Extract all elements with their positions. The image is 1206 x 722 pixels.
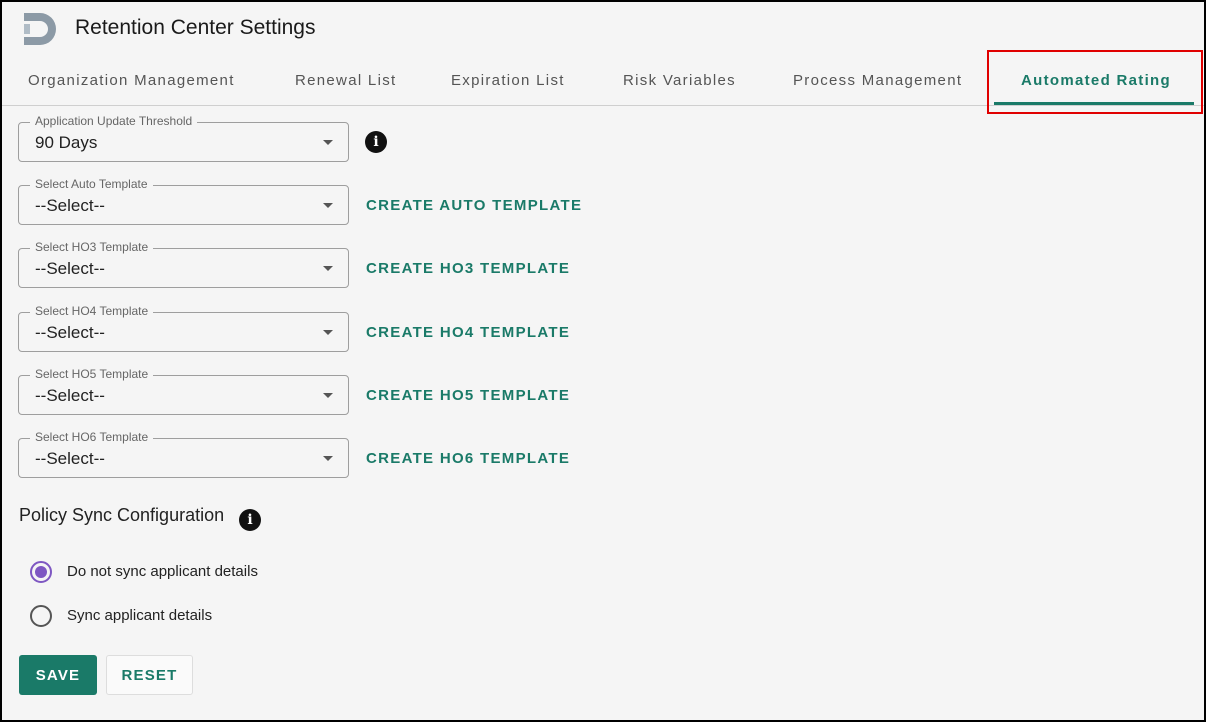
reset-button[interactable]: RESET [106, 655, 193, 695]
ho3-template-value: --Select-- [35, 259, 105, 278]
info-icon[interactable]: i [239, 509, 261, 531]
ho6-template-value: --Select-- [35, 449, 105, 468]
create-auto-template-button[interactable]: CREATE AUTO TEMPLATE [366, 197, 582, 214]
ho6-template-select[interactable]: Select HO6 Template --Select-- [18, 430, 349, 478]
active-tab-indicator [994, 102, 1194, 105]
policy-sync-title: Policy Sync Configuration [19, 505, 225, 525]
auto-template-label: Select Auto Template [30, 177, 153, 191]
tab-process-management[interactable]: Process Management [793, 72, 962, 89]
threshold-select[interactable]: Application Update Threshold 90 Days [18, 114, 349, 162]
chevron-down-icon [323, 203, 333, 208]
chevron-down-icon [323, 266, 333, 271]
tab-renewal-list[interactable]: Renewal List [295, 72, 396, 89]
auto-template-select[interactable]: Select Auto Template --Select-- [18, 177, 349, 225]
create-ho6-template-button[interactable]: CREATE HO6 TEMPLATE [366, 450, 570, 467]
chevron-down-icon [323, 140, 333, 145]
radio-label-sync[interactable]: Sync applicant details [67, 607, 212, 624]
logo-icon [24, 13, 56, 45]
ho3-template-label: Select HO3 Template [30, 240, 154, 254]
chevron-down-icon [323, 456, 333, 461]
tab-automated-rating[interactable]: Automated Rating [1021, 72, 1171, 89]
radio-do-not-sync[interactable] [30, 561, 52, 583]
ho4-template-select[interactable]: Select HO4 Template --Select-- [18, 304, 349, 352]
auto-template-value: --Select-- [35, 196, 105, 215]
ho5-template-label: Select HO5 Template [30, 367, 154, 381]
chevron-down-icon [323, 330, 333, 335]
app-window: Retention Center Settings Organization M… [0, 0, 1206, 722]
threshold-label: Application Update Threshold [30, 114, 198, 128]
chevron-down-icon [323, 393, 333, 398]
tab-organization-management[interactable]: Organization Management [28, 72, 235, 89]
create-ho4-template-button[interactable]: CREATE HO4 TEMPLATE [366, 324, 570, 341]
tab-risk-variables[interactable]: Risk Variables [623, 72, 736, 89]
create-ho3-template-button[interactable]: CREATE HO3 TEMPLATE [366, 260, 570, 277]
radio-label-do-not-sync[interactable]: Do not sync applicant details [67, 563, 258, 580]
tab-expiration-list[interactable]: Expiration List [451, 72, 565, 89]
save-button[interactable]: SAVE [19, 655, 97, 695]
ho5-template-select[interactable]: Select HO5 Template --Select-- [18, 367, 349, 415]
ho5-template-value: --Select-- [35, 386, 105, 405]
threshold-value: 90 Days [35, 133, 98, 152]
radio-sync[interactable] [30, 605, 52, 627]
info-icon[interactable]: i [365, 131, 387, 153]
page-title: Retention Center Settings [75, 16, 316, 39]
create-ho5-template-button[interactable]: CREATE HO5 TEMPLATE [366, 387, 570, 404]
ho4-template-value: --Select-- [35, 323, 105, 342]
ho3-template-select[interactable]: Select HO3 Template --Select-- [18, 240, 349, 288]
header: Retention Center Settings Organization M… [2, 2, 1204, 106]
ho6-template-label: Select HO6 Template [30, 430, 154, 444]
ho4-template-label: Select HO4 Template [30, 304, 154, 318]
tab-bar: Organization Management Renewal List Exp… [2, 60, 1204, 106]
